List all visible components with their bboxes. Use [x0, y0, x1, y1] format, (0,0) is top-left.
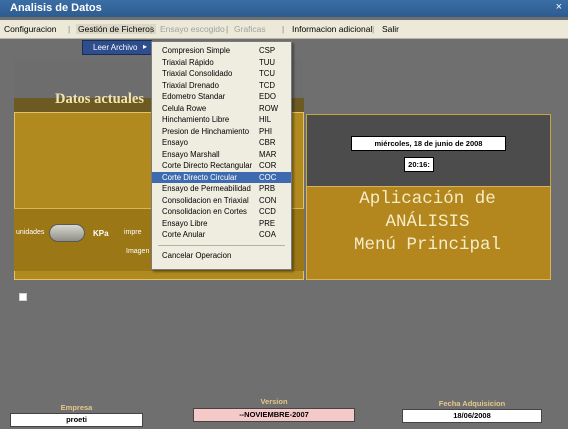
- submenu-leer-archivo[interactable]: Leer Archivo ▸: [82, 40, 152, 55]
- menu-item-label: Corte Directo Circular: [162, 172, 237, 182]
- empresa-label: Empresa: [60, 403, 93, 412]
- menu-item-con[interactable]: Consolidacion en Triaxial CON: [152, 195, 291, 206]
- menu-ensayo-escogido[interactable]: Ensayo escogido: [160, 24, 225, 34]
- menu-item-prb[interactable]: Ensayo de Permeabilidad PRB: [152, 183, 291, 194]
- menu-item-label: Triaxial Rápido: [162, 57, 214, 67]
- menu-item-label: Consolidacion en Cortes: [162, 207, 247, 216]
- leer-archivo-dropdown: Compresion Simple CSP Triaxial Rápido TUU Tr…: [151, 41, 292, 270]
- menu-item-shortcut: HIL: [259, 115, 272, 124]
- submenu-leer-archivo-label: Leer Archivo: [93, 43, 138, 52]
- close-icon[interactable]: ×: [556, 1, 562, 13]
- menu-item-shortcut: TCD: [259, 80, 276, 90]
- app-title-line-1: Aplicación de: [359, 189, 496, 209]
- menu-graficas[interactable]: Graficas: [234, 24, 266, 34]
- menu-configuracion[interactable]: Configuracion: [4, 24, 56, 34]
- menu-item-cbr[interactable]: Ensayo CBR: [152, 137, 291, 148]
- date-display: miércoles, 18 de junio de 2008: [351, 136, 506, 151]
- menu-item-label: Presion de Hinchamiento: [162, 126, 250, 136]
- menu-separator: |: [150, 24, 153, 34]
- application-window: Analisis de Datos × Configuracion | Gest…: [0, 0, 568, 429]
- menu-item-shortcut: CSP: [259, 46, 276, 55]
- empresa-field: proeti: [10, 413, 143, 427]
- menu-item-shortcut: EDO: [259, 92, 276, 101]
- menu-item-shortcut: PRB: [259, 184, 276, 193]
- menu-item-shortcut: COR: [259, 161, 277, 170]
- date-panel: [306, 114, 551, 188]
- chevron-right-icon: ▸: [142, 42, 147, 51]
- fecha-adquisicion-field: 18/06/2008: [402, 409, 542, 423]
- menu-item-tcu[interactable]: Triaxial Consolidado TCU: [152, 68, 291, 79]
- menu-item-shortcut: TUU: [259, 57, 276, 67]
- menu-item-label: Edometro Standar: [162, 92, 226, 101]
- menu-item-tuu[interactable]: Triaxial Rápido TUU: [152, 57, 291, 68]
- menu-item-label: Corte Anular: [162, 230, 206, 239]
- menu-item-shortcut: CON: [259, 195, 277, 205]
- menu-item-label: Compresion Simple: [162, 46, 231, 55]
- menu-separator: |: [226, 24, 229, 34]
- menu-separator: |: [68, 24, 71, 34]
- menu-item-shortcut: COC: [259, 172, 277, 182]
- units-toggle[interactable]: [49, 224, 85, 242]
- title-bar: Analisis de Datos ×: [0, 0, 568, 17]
- menu-item-mar[interactable]: Ensayo Marshall MAR: [152, 149, 291, 160]
- menu-item-phi[interactable]: Presion de Hinchamiento PHI: [152, 126, 291, 137]
- menu-item-label: Ensayo: [162, 138, 189, 147]
- menu-separator-line: [158, 244, 285, 246]
- menu-item-pre[interactable]: Ensayo Libre PRE: [152, 218, 291, 229]
- menu-informacion-adicional[interactable]: Informacion adicional: [292, 24, 372, 34]
- menu-item-cor[interactable]: Corte Directo Rectangular COR: [152, 160, 291, 171]
- menu-item-label: Celula Rowe: [162, 103, 207, 113]
- menu-item-edo[interactable]: Edometro Standar EDO: [152, 91, 291, 102]
- menu-item-shortcut: CBR: [259, 138, 276, 147]
- menu-gestion-ficheros[interactable]: Gestión de Ficheros: [76, 24, 157, 34]
- menu-item-ccd[interactable]: Consolidacion en Cortes CCD: [152, 206, 291, 217]
- menu-item-shortcut: MAR: [259, 149, 277, 159]
- menu-item-shortcut: ROW: [259, 103, 279, 113]
- app-title: Aplicación de ANÁLISIS Menú Principal: [306, 188, 549, 257]
- time-display: 20:16:: [404, 157, 434, 172]
- menu-item-csp[interactable]: Compresion Simple CSP: [152, 45, 291, 56]
- menu-item-shortcut: TCU: [259, 69, 276, 78]
- app-title-line-2: ANÁLISIS: [385, 212, 470, 232]
- menu-item-label: Consolidacion en Triaxial: [162, 195, 249, 205]
- menu-bar: Configuracion | Gestión de Ficheros | En…: [0, 20, 568, 39]
- version-field: --NOVIEMBRE-2007: [193, 408, 355, 422]
- window-title: Analisis de Datos: [10, 2, 102, 14]
- menu-separator: |: [372, 24, 375, 34]
- menu-item-row[interactable]: Celula Rowe ROW: [152, 103, 291, 114]
- menu-item-label: Triaxial Consolidado: [162, 69, 233, 78]
- menu-item-label: Triaxial Drenado: [162, 80, 219, 90]
- menu-item-cancelar[interactable]: Cancelar Operacion: [152, 250, 291, 261]
- menu-item-tcd[interactable]: Triaxial Drenado TCD: [152, 80, 291, 91]
- menu-item-coa[interactable]: Corte Anular COA: [152, 229, 291, 240]
- datos-actuales-heading: Datos actuales: [55, 91, 145, 107]
- menu-item-coc[interactable]: Corte Directo Circular COC: [152, 171, 291, 183]
- version-label: Version: [260, 397, 288, 406]
- menu-item-label: Cancelar Operacion: [162, 250, 232, 260]
- units-label-fragment: unidades: [16, 229, 45, 236]
- menu-item-shortcut: PHI: [259, 126, 272, 136]
- units-kpa-label: KPa: [93, 229, 109, 238]
- checkbox[interactable]: [19, 293, 27, 301]
- menu-item-label: Corte Directo Rectangular: [162, 161, 253, 170]
- imagen-label-fragment: Imagen: [126, 248, 150, 255]
- menu-item-label: Ensayo Marshall: [162, 149, 220, 159]
- app-title-line-3: Menú Principal: [353, 235, 502, 255]
- menu-item-label: Hinchamiento Libre: [162, 115, 230, 124]
- menu-item-hil[interactable]: Hinchamiento Libre HIL: [152, 114, 291, 125]
- fecha-adquisicion-label: Fecha Adquisicion: [438, 399, 506, 408]
- impre-label-fragment: impre: [124, 229, 142, 236]
- menu-salir[interactable]: Salir: [382, 24, 399, 34]
- menu-item-shortcut: CCD: [259, 207, 276, 216]
- menu-item-shortcut: COA: [259, 230, 276, 239]
- menu-item-label: Ensayo Libre: [162, 218, 208, 228]
- menu-item-shortcut: PRE: [259, 218, 276, 228]
- menu-item-label: Ensayo de Permeabilidad: [162, 184, 251, 193]
- menu-separator: |: [282, 24, 285, 34]
